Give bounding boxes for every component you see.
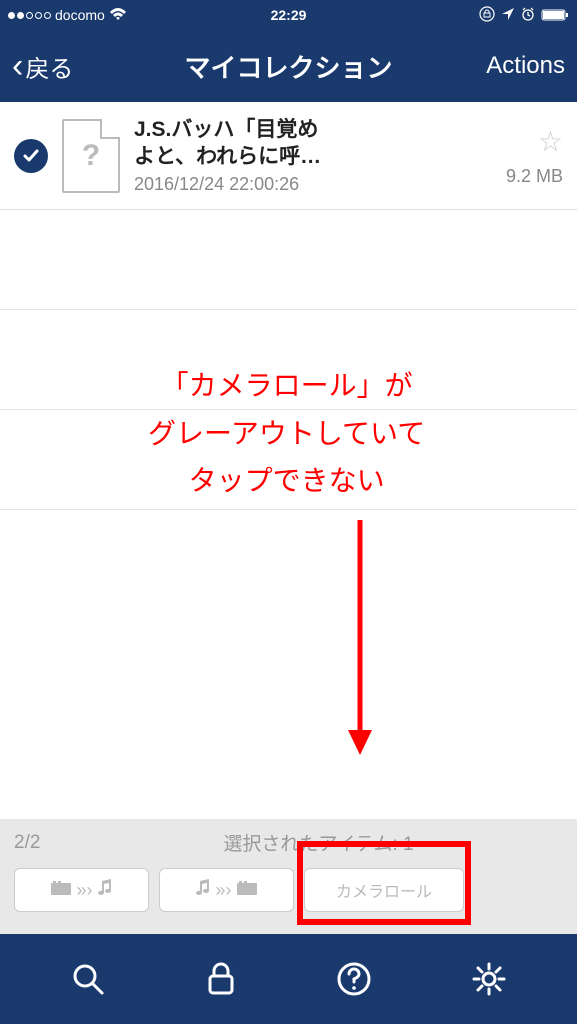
nav-bar: ‹ 戻る マイコレクション Actions xyxy=(0,30,577,102)
gear-icon xyxy=(471,961,507,997)
music-icon xyxy=(97,879,113,902)
chevrons-right-icon: »› xyxy=(215,880,231,901)
location-icon xyxy=(501,7,515,24)
video-icon xyxy=(50,880,72,901)
carrier-label: docomo xyxy=(55,7,105,23)
music-icon xyxy=(195,879,211,902)
file-meta: ☆ 9.2 MB xyxy=(506,125,563,187)
file-title: J.S.バッハ「目覚め よと、われらに呼… xyxy=(134,116,492,171)
battery-icon xyxy=(541,8,569,22)
video-icon xyxy=(236,880,258,901)
search-tab[interactable] xyxy=(70,961,106,997)
page-counter: 2/2 xyxy=(14,832,74,854)
search-icon xyxy=(70,961,106,997)
settings-tab[interactable] xyxy=(471,961,507,997)
camera-roll-button: カメラロール xyxy=(304,868,464,912)
star-icon[interactable]: ☆ xyxy=(538,125,563,158)
chevron-left-icon: ‹ xyxy=(12,49,23,83)
empty-rows xyxy=(0,210,577,510)
status-bar: docomo 22:29 xyxy=(0,0,577,30)
status-right xyxy=(479,6,569,25)
list-item[interactable]: ? J.S.バッハ「目覚め よと、われらに呼… 2016/12/24 22:00… xyxy=(0,102,577,210)
file-list: ? J.S.バッハ「目覚め よと、われらに呼… 2016/12/24 22:00… xyxy=(0,102,577,510)
help-tab[interactable] xyxy=(336,961,372,997)
convert-video-to-audio-button[interactable]: »› xyxy=(14,868,149,912)
selected-label: 選択されたアイテム: 1 xyxy=(74,829,563,856)
help-icon xyxy=(336,961,372,997)
lock-tab[interactable] xyxy=(205,961,237,997)
file-date: 2016/12/24 22:00:26 xyxy=(134,174,492,195)
lock-icon xyxy=(205,961,237,997)
page-title: マイコレクション xyxy=(184,48,392,85)
file-unknown-icon: ? xyxy=(62,119,120,193)
alarm-icon xyxy=(521,7,535,24)
annotation-arrow-icon xyxy=(340,520,400,760)
footer-toolbar: 2/2 選択されたアイテム: 1 »› »› カメラロール xyxy=(0,819,577,934)
actions-button[interactable]: Actions xyxy=(486,52,565,80)
wifi-icon xyxy=(109,8,127,22)
chevrons-right-icon: »› xyxy=(76,880,92,901)
file-size: 9.2 MB xyxy=(506,166,563,187)
signal-dots-icon xyxy=(8,12,51,19)
camera-roll-label: カメラロール xyxy=(336,878,432,902)
status-time: 22:29 xyxy=(271,7,307,23)
tab-bar xyxy=(0,934,577,1024)
status-left: docomo xyxy=(8,7,127,23)
convert-audio-to-video-button[interactable]: »› xyxy=(159,868,294,912)
file-info: J.S.バッハ「目覚め よと、われらに呼… 2016/12/24 22:00:2… xyxy=(134,116,492,196)
back-button[interactable]: ‹ 戻る xyxy=(12,49,73,84)
checkmark-icon[interactable] xyxy=(14,139,48,173)
lock-rotation-icon xyxy=(479,6,495,25)
back-label: 戻る xyxy=(25,49,73,84)
